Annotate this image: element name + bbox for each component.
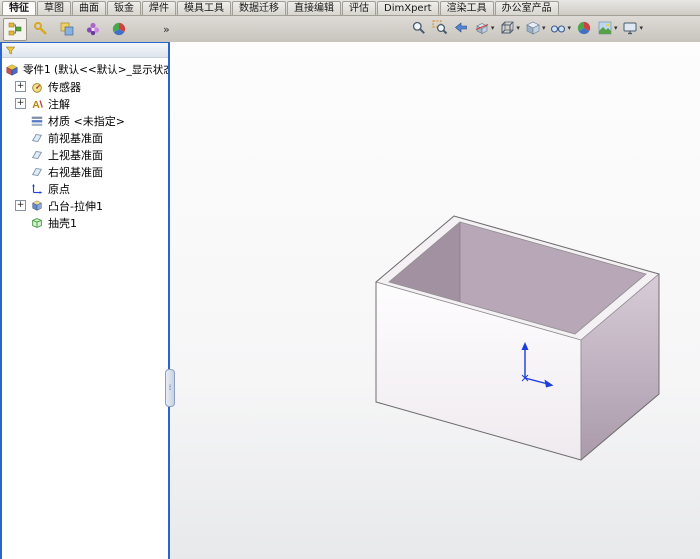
dropdown-caret-icon[interactable]: ▾ (567, 24, 571, 32)
annotation-icon: A (30, 97, 44, 111)
tree-filter-bar[interactable] (2, 43, 168, 58)
tree-item-label: 抽壳1 (48, 216, 77, 230)
view-orientation-button[interactable]: ▾ (497, 19, 522, 37)
feature-manager-panel: 零件1 (默认<<默认>_显示状态 + 传感器 + A 注解材质 <未指定> 前视基准面上视… (0, 42, 175, 559)
displaymanager-tab[interactable] (107, 18, 131, 41)
ribbon-tab-3[interactable]: 曲面 (72, 1, 106, 15)
plane-icon (30, 148, 44, 162)
zoom-to-fit-button[interactable] (409, 19, 429, 37)
ribbon-tab-bar: 特征 草图 曲面 钣金 焊件 模具工具 数据迁移 直接编辑 评估 DimXpert 渲染工具 办公室产… (0, 0, 700, 16)
settings-icon (622, 20, 638, 36)
tree-item[interactable]: 抽壳1 (2, 214, 168, 231)
tree-item[interactable]: 材质 <未指定> (2, 112, 168, 129)
solidworks-window: 特征 草图 曲面 钣金 焊件 模具工具 数据迁移 直接编辑 评估 DimXpert 渲染工具 办公室产… (0, 0, 700, 559)
zoomarea-icon (432, 20, 448, 36)
orientation-icon (499, 20, 515, 36)
ribbon-tab-9[interactable]: 评估 (342, 1, 376, 15)
tree-item-label: 传感器 (48, 80, 81, 94)
feature-tree: 零件1 (默认<<默认>_显示状态 + 传感器 + A 注解材质 <未指定> 前视基准面上视… (2, 58, 168, 559)
dimxpertmanager-tab[interactable] (81, 18, 105, 41)
view-toolbar: ▾ ▾ ▾ ▾ ▾ ▾ (409, 19, 645, 37)
tree-item-label: 前视基准面 (48, 131, 103, 145)
ribbon-tab-1[interactable]: 特征 (2, 1, 36, 15)
tree-item[interactable]: + A 注解 (2, 95, 168, 112)
tree-item[interactable]: 右视基准面 (2, 163, 168, 180)
tree-item-label: 上视基准面 (48, 148, 103, 162)
zoomfit-icon (411, 20, 427, 36)
model-3d-box (375, 215, 660, 461)
panel-tab-bar (0, 17, 131, 41)
ribbon-tab-12[interactable]: 办公室产品 (494, 1, 559, 15)
splitter-grip-icon: ⁞ (168, 383, 172, 392)
tree-root-item[interactable]: 零件1 (默认<<默认>_显示状态 (2, 61, 168, 78)
dropdown-caret-icon[interactable]: ▾ (639, 24, 643, 32)
ribbon-tab-7[interactable]: 数据迁移 (232, 1, 286, 15)
dropdown-caret-icon[interactable]: ▾ (491, 24, 495, 32)
appearance-icon (576, 20, 592, 36)
dropdown-caret-icon[interactable]: ▾ (614, 24, 618, 32)
tree-item[interactable]: 前视基准面 (2, 129, 168, 146)
edit-appearance-button[interactable] (574, 19, 594, 37)
tree-item-label: 零件1 (默认<<默认>_显示状态 (23, 64, 168, 76)
tree-item-label: 注解 (48, 97, 70, 111)
sensor-icon (30, 80, 44, 94)
extrude-icon (30, 199, 44, 213)
featuremanager-tab[interactable] (3, 17, 27, 41)
tree-expand-toggle[interactable]: + (15, 98, 26, 109)
model-viewport[interactable] (170, 42, 700, 559)
tree-expand-toggle[interactable]: + (15, 200, 26, 211)
ribbon-tab-8[interactable]: 直接编辑 (287, 1, 341, 15)
ribbon-tab-11[interactable]: 渲染工具 (439, 1, 494, 15)
tree-item-label: 右视基准面 (48, 165, 103, 179)
scene-icon (597, 20, 613, 36)
previous-view-button[interactable] (451, 19, 471, 37)
section-view-button[interactable]: ▾ (472, 19, 497, 37)
dropdown-caret-icon[interactable]: ▾ (516, 24, 520, 32)
prevview-icon (453, 20, 469, 36)
toolbar-row: » ▾ ▾ ▾ ▾ ▾ ▾ (0, 16, 700, 42)
hideshow-icon (550, 20, 566, 36)
plane-icon (30, 131, 44, 145)
dropdown-caret-icon[interactable]: ▾ (542, 24, 546, 32)
tree-item-label: 原点 (48, 182, 70, 196)
propertymanager-tab[interactable] (29, 18, 53, 41)
toolbar-overflow-chevron[interactable]: » (163, 23, 170, 36)
origin-icon (30, 182, 44, 196)
tree-item-label: 凸台-拉伸1 (48, 199, 103, 213)
filter-funnel-icon (5, 45, 16, 56)
tree-expand-toggle[interactable]: + (15, 81, 26, 92)
display-style-button[interactable]: ▾ (523, 19, 548, 37)
section-icon (474, 20, 490, 36)
tree-item[interactable]: + 凸台-拉伸1 (2, 197, 168, 214)
tree-item[interactable]: 原点 (2, 180, 168, 197)
zoom-to-area-button[interactable] (430, 19, 450, 37)
plane-icon (30, 165, 44, 179)
apply-scene-button[interactable]: ▾ (595, 19, 620, 37)
configurationmanager-tab[interactable] (55, 18, 79, 41)
shell-icon (30, 216, 44, 230)
ribbon-tab-5[interactable]: 焊件 (142, 1, 176, 15)
tree-item[interactable]: 上视基准面 (2, 146, 168, 163)
ribbon-tab-2[interactable]: 草图 (37, 1, 71, 15)
material-icon (30, 114, 44, 128)
view-settings-button[interactable]: ▾ (620, 19, 645, 37)
ribbon-tab-6[interactable]: 模具工具 (177, 1, 231, 15)
part-icon (5, 63, 19, 77)
hide-show-items-button[interactable]: ▾ (548, 19, 573, 37)
ribbon-tab-10[interactable]: DimXpert (377, 1, 439, 15)
panel-splitter-handle[interactable]: ⁞ (165, 369, 175, 407)
main-area: 零件1 (默认<<默认>_显示状态 + 传感器 + A 注解材质 <未指定> 前视基准面上视… (0, 42, 700, 559)
tree-item-label: 材质 <未指定> (48, 114, 125, 128)
tree-item[interactable]: + 传感器 (2, 78, 168, 95)
ribbon-tab-4[interactable]: 钣金 (107, 1, 141, 15)
svg-text:A: A (32, 98, 40, 110)
displaystyle-icon (525, 20, 541, 36)
